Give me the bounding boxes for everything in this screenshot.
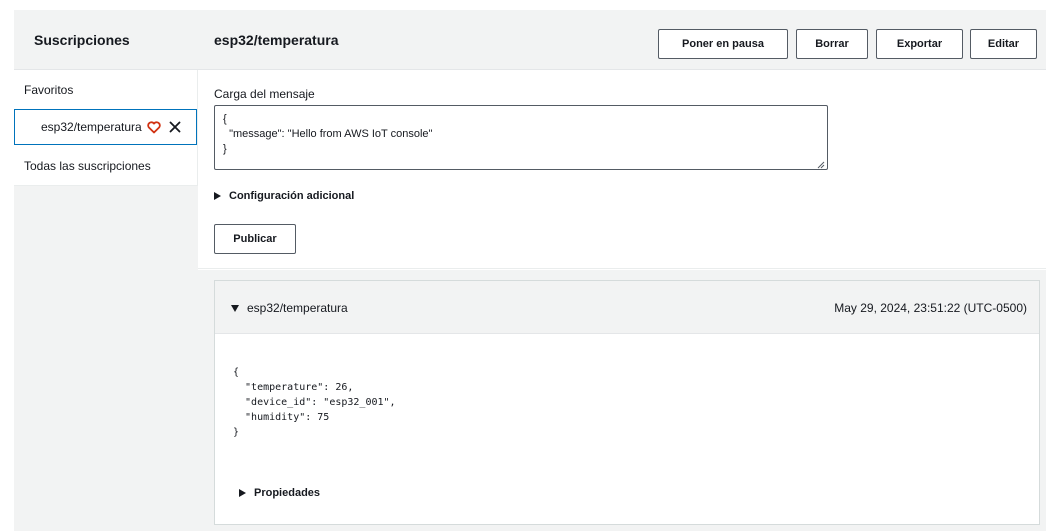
edit-button[interactable]: Editar [970,29,1037,59]
publish-section: Carga del mensaje { "message": "Hello fr… [198,70,1046,269]
publish-button[interactable]: Publicar [214,224,296,254]
payload-textarea[interactable]: { "message": "Hello from AWS IoT console… [214,105,828,170]
favorite-subscription-item[interactable]: esp32/temperatura [14,109,197,145]
message-topic-toggle[interactable]: esp32/temperatura [231,301,348,315]
message-body: { "temperature": 26, "device_id": "esp32… [233,367,396,438]
topic-title: esp32/temperatura [214,32,339,48]
favorites-label: Favoritos [24,83,74,97]
pause-button[interactable]: Poner en pausa [658,29,788,59]
message-card: esp32/temperatura May 29, 2024, 23:51:22… [214,280,1040,525]
payload-label: Carga del mensaje [214,87,315,101]
message-header: esp32/temperatura May 29, 2024, 23:51:22… [215,281,1039,334]
message-timestamp: May 29, 2024, 23:51:22 (UTC-0500) [834,301,1027,315]
subscriptions-sidebar: Suscripciones Favoritos Todas las suscri… [14,10,198,531]
message-topic: esp32/temperatura [247,301,348,315]
additional-config-label: Configuración adicional [229,190,355,202]
clear-button[interactable]: Borrar [796,29,868,59]
topic-header: esp32/temperatura Poner en pausa Borrar … [198,10,1046,70]
mqtt-test-client: Suscripciones Favoritos Todas las suscri… [0,0,1058,531]
properties-toggle[interactable]: Propiedades [239,487,320,499]
caret-down-icon [231,304,239,312]
sidebar-title: Suscripciones [14,10,198,70]
export-button[interactable]: Exportar [876,29,963,59]
heart-icon[interactable] [147,120,161,134]
properties-label: Propiedades [254,487,321,499]
favorite-subscription-label: esp32/temperatura [41,120,142,134]
caret-right-icon [214,192,221,200]
messages-area: esp32/temperatura May 29, 2024, 23:51:22… [198,270,1046,531]
resize-grip-icon[interactable] [817,159,825,169]
caret-right-icon [239,489,246,497]
payload-text: { "message": "Hello from AWS IoT console… [223,113,433,155]
additional-config-toggle[interactable]: Configuración adicional [214,190,354,202]
all-subscriptions-link[interactable]: Todas las suscripciones [14,159,151,173]
close-icon[interactable] [169,121,181,133]
